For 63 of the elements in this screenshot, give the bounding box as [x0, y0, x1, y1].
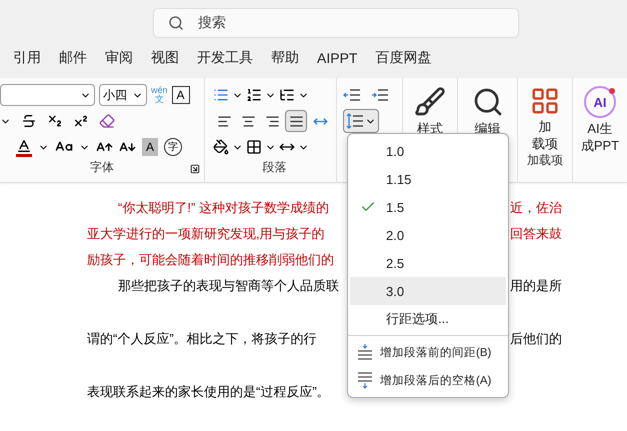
menu-item[interactable]: 2.5: [350, 249, 506, 277]
ribbon-tab[interactable]: 帮助: [262, 49, 308, 67]
line-spacing-icon: [346, 112, 364, 130]
ribbon-tab[interactable]: AIPPT: [308, 50, 366, 66]
menu-item[interactable]: 1.0: [350, 137, 506, 165]
search-field[interactable]: 搜索: [153, 8, 519, 38]
enclose-characters-button[interactable]: 字: [164, 138, 182, 156]
document-text: 近，佐治: [510, 199, 562, 217]
menu-item[interactable]: 增加段落前的间距(B): [350, 338, 506, 366]
numbering-icon[interactable]: [246, 87, 262, 103]
ribbon-tab[interactable]: 审阅: [96, 49, 142, 67]
document-text: 表现联系起来的家长使用的是“过程反应”。: [87, 383, 330, 401]
shading-icon[interactable]: [213, 139, 229, 155]
ribbon-tab[interactable]: 引用: [4, 49, 50, 67]
document-text: 那些把孩子的表现与智商等个人品质联: [117, 277, 339, 295]
group-label: 字体: [90, 159, 114, 176]
multilevel-list-icon[interactable]: [279, 87, 295, 103]
align-right-icon: [264, 114, 280, 128]
subscript-icon[interactable]: [47, 113, 63, 129]
document-text: 亚大学进行的一项新研究发现,用与孩子的: [87, 225, 325, 243]
font-size-dropdown[interactable]: 小四: [99, 84, 147, 106]
dialog-launcher-icon[interactable]: [190, 164, 200, 174]
menu-item[interactable]: 3.0: [350, 277, 506, 305]
menu-item[interactable]: 行距选项...: [350, 305, 506, 333]
group-label: 加载项: [527, 152, 563, 169]
menu-item[interactable]: 增加段落后的空格(A): [350, 366, 506, 394]
search-icon[interactable]: [472, 86, 504, 118]
menu-item[interactable]: 1.15: [350, 165, 506, 193]
space-after-icon: [356, 371, 374, 389]
line-spacing-button[interactable]: [343, 109, 379, 133]
superscript-icon[interactable]: [73, 113, 89, 129]
ribbon-tab[interactable]: 开发工具: [188, 49, 262, 67]
document-text: 谓的“个人反应”。相比之下，将孩子的行: [87, 330, 317, 348]
document-text: “你太聪明了!” 这种对孩子数学成绩的: [117, 199, 329, 217]
borders-icon[interactable]: [246, 139, 262, 155]
ribbon-tab[interactable]: 视图: [142, 49, 188, 67]
group-label: 段落: [262, 159, 286, 176]
ai-ppt-label: AI生 成PPT: [580, 120, 620, 154]
add-ins-icon[interactable]: [530, 86, 560, 116]
menu-item[interactable]: 1.5: [350, 193, 506, 221]
font-color-icon[interactable]: [16, 138, 32, 156]
strikethrough-icon[interactable]: [21, 113, 37, 129]
ribbon-tab[interactable]: 百度网盘: [366, 49, 440, 67]
character-shading-button[interactable]: A: [142, 138, 158, 156]
document-text: 后他们的: [510, 330, 562, 348]
eraser-icon[interactable]: [99, 113, 115, 129]
document-text: 用的是所: [510, 277, 562, 295]
add-ins-label: 加 载项: [532, 118, 558, 152]
bullets-icon[interactable]: [213, 87, 229, 103]
align-justify-button[interactable]: [285, 110, 307, 132]
align-left-icon: [216, 114, 232, 128]
search-icon: [168, 15, 184, 31]
ribbon-tab[interactable]: 邮件: [50, 49, 96, 67]
document-text: 励孩子，可能会随着时间的推移削弱他们的: [87, 251, 334, 269]
align-justify-icon: [288, 114, 304, 128]
align-center-icon: [240, 114, 256, 128]
font-name-dropdown[interactable]: [0, 84, 95, 106]
document-text: 回答来鼓: [510, 225, 562, 243]
ai-logo[interactable]: AI: [584, 86, 616, 118]
menu-item[interactable]: 2.0: [350, 221, 506, 249]
space-before-icon: [356, 343, 374, 361]
character-border-button[interactable]: A: [172, 86, 190, 104]
styles-icon[interactable]: [414, 86, 446, 118]
